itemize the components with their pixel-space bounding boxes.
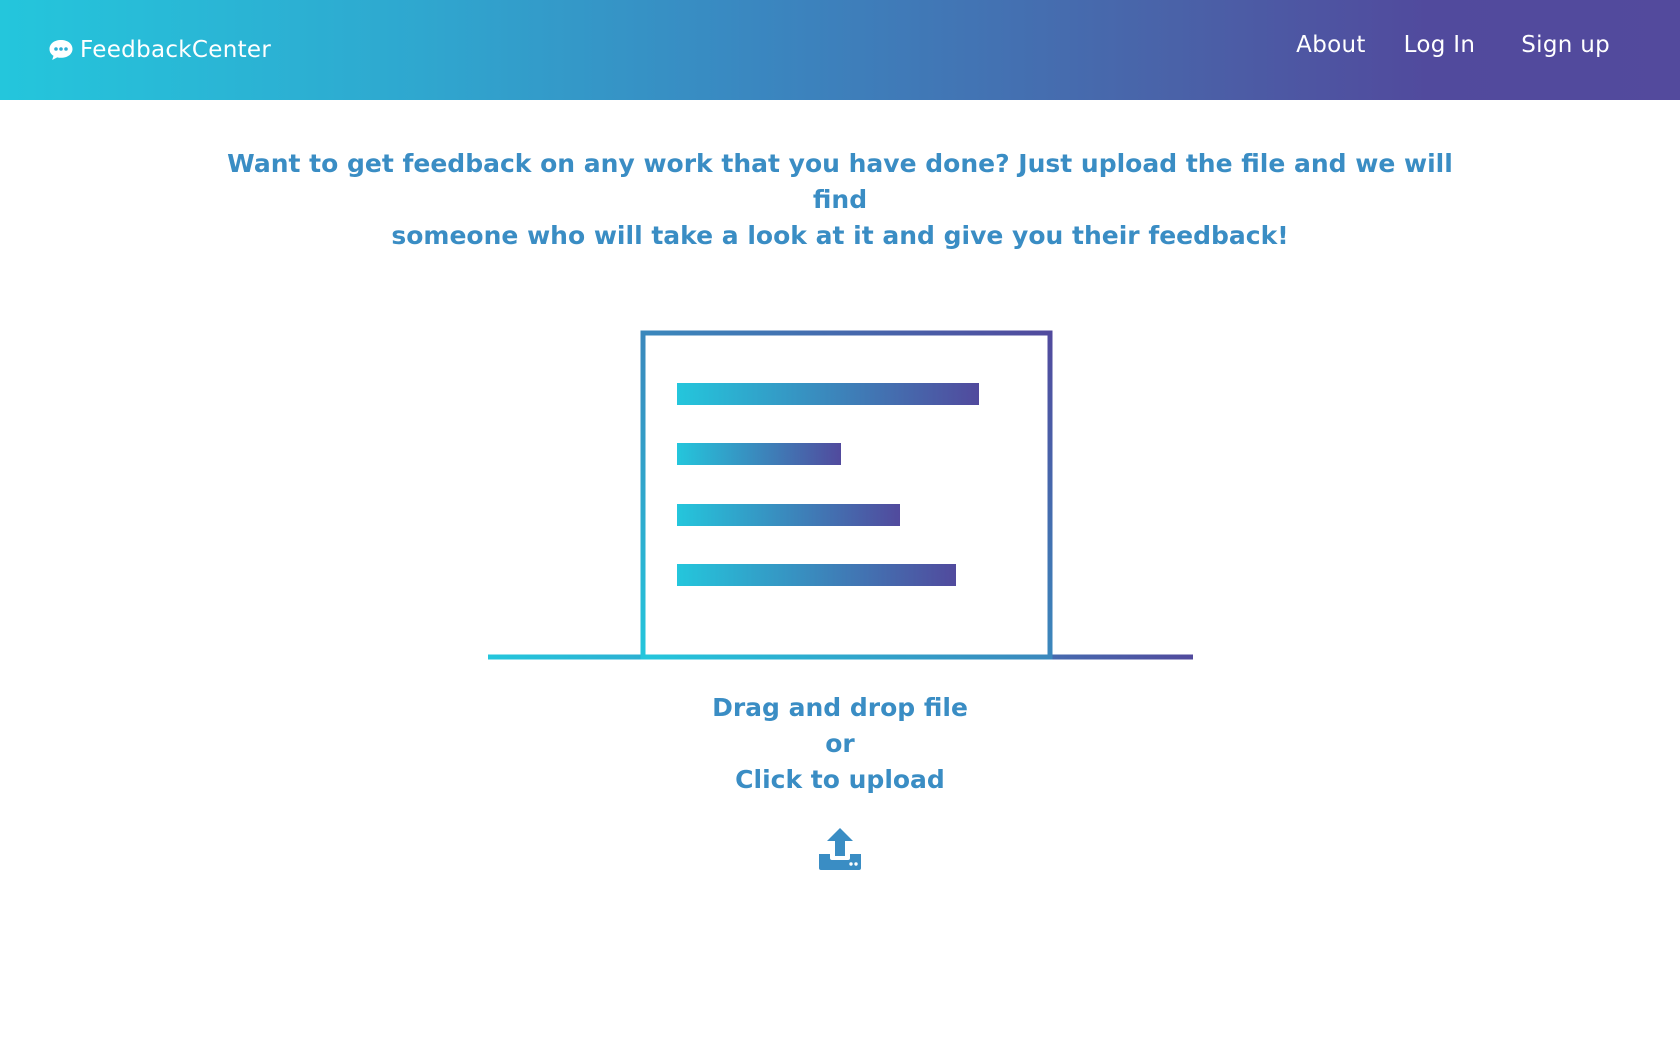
chat-bubble-icon [49, 40, 73, 60]
illustration-text-line-2 [677, 443, 841, 465]
illustration-text-line-3 [677, 504, 900, 526]
dropzone-click-text: Click to upload [735, 765, 945, 794]
illustration-document-frame [640, 330, 1053, 660]
top-navbar: FeedbackCenter About Log In Sign up [0, 0, 1680, 100]
brand-logo-link[interactable]: FeedbackCenter [48, 32, 271, 68]
nav-links: About Log In Sign up [1296, 32, 1610, 58]
dropzone-drag-text: Drag and drop file [712, 693, 968, 722]
nav-login-link[interactable]: Log In [1404, 32, 1476, 58]
illustration-text-line-1 [677, 383, 979, 405]
brand-name: FeedbackCenter [80, 37, 272, 63]
nav-signup-link[interactable]: Sign up [1521, 32, 1610, 58]
dropzone-or-text: or [825, 729, 855, 758]
nav-about-link[interactable]: About [1296, 32, 1366, 58]
file-dropzone[interactable]: Drag and drop file or Click to upload [640, 690, 1040, 798]
illustration-text-line-4 [677, 564, 956, 586]
upload-icon[interactable] [817, 826, 863, 872]
intro-text: Want to get feedback on any work that yo… [200, 146, 1480, 254]
intro-line-1: Want to get feedback on any work that yo… [227, 149, 1453, 214]
intro-line-2: someone who will take a look at it and g… [391, 221, 1289, 250]
